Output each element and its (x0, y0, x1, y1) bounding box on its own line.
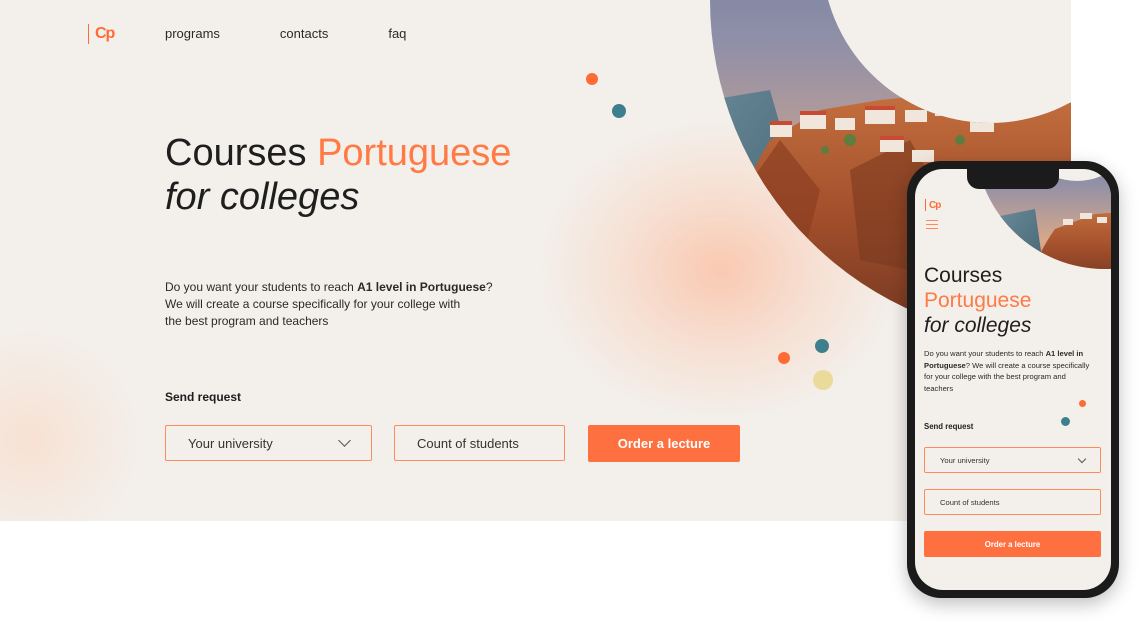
decor-dot (586, 73, 598, 85)
decor-dot (813, 370, 833, 390)
mobile-send-request-label: Send request (924, 422, 974, 431)
university-select[interactable]: Your university (165, 425, 372, 461)
main-nav: programs contacts faq (165, 26, 406, 41)
mobile-students-placeholder: Count of students (940, 497, 1000, 507)
university-select-value: Your university (188, 435, 273, 451)
order-lecture-button[interactable]: Order a lecture (588, 425, 740, 462)
hero-description: Do you want your students to reach A1 le… (165, 279, 525, 330)
decor-dot (778, 352, 790, 364)
phone-notch (967, 169, 1059, 189)
mobile-description: Do you want your students to reach A1 le… (924, 348, 1094, 394)
chevron-down-icon (338, 434, 351, 447)
mobile-title-line-3: for colleges (924, 314, 1032, 337)
students-count-placeholder: Count of students (417, 435, 519, 451)
mobile-students-count-input[interactable]: Count of students (924, 489, 1101, 515)
decor-dot (815, 339, 829, 353)
mobile-desc-start: Do you want your students to reach (924, 349, 1046, 358)
background-glow-left (0, 330, 140, 521)
nav-programs[interactable]: programs (165, 26, 220, 41)
logo-mark: Cp (95, 25, 115, 42)
hero-title-accent: Portuguese (317, 132, 512, 174)
logo-bar (88, 24, 89, 44)
mobile-title-line-1: Courses (924, 264, 1003, 287)
mobile-hero-title: Courses Portuguese for colleges (924, 263, 1031, 338)
mobile-title-line-2: Portuguese (924, 289, 1032, 312)
mobile-university-select[interactable]: Your university (924, 447, 1101, 473)
send-request-label: Send request (165, 390, 242, 404)
hero-title-plain: Courses (165, 132, 318, 174)
mobile-order-lecture-button[interactable]: Order a lecture (924, 531, 1101, 557)
decor-dot (612, 104, 626, 118)
mobile-logo-mark: Cp (929, 199, 941, 211)
nav-faq[interactable]: faq (388, 26, 406, 41)
phone-mockup: Cp Courses Portuguese for colleges Do yo… (907, 161, 1119, 598)
desc-text-end: ? (485, 280, 493, 294)
desc-line-3: the best program and teachers (165, 314, 329, 328)
mobile-logo[interactable]: Cp (925, 199, 941, 211)
hero-title: Courses Portuguese (165, 130, 511, 176)
desc-text-start: Do you want your students to reach (165, 280, 358, 294)
hamburger-menu-icon[interactable] (926, 220, 938, 232)
chevron-down-icon (1077, 454, 1087, 463)
nav-contacts[interactable]: contacts (280, 26, 328, 41)
desc-bold: A1 level in Portuguese (357, 280, 486, 294)
mobile-logo-bar (925, 199, 926, 211)
students-count-input[interactable]: Count of students (394, 425, 565, 461)
mobile-university-value: Your university (940, 455, 990, 465)
logo[interactable]: Cp (88, 24, 115, 44)
desc-line-2: We will create a course specifically for… (165, 297, 461, 311)
phone-screen: Cp Courses Portuguese for colleges Do yo… (915, 169, 1111, 590)
hero-title-italic: for colleges (165, 176, 360, 218)
decor-dot (1079, 400, 1086, 407)
decor-dot (1061, 417, 1070, 426)
